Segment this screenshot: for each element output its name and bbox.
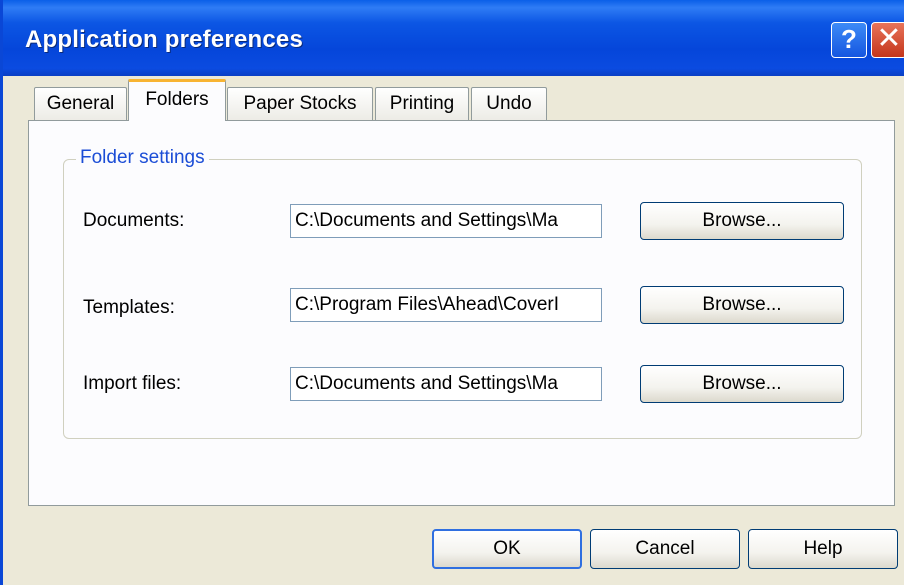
- tab-paper-stocks[interactable]: Paper Stocks: [227, 87, 373, 121]
- cancel-button[interactable]: Cancel: [590, 529, 740, 569]
- import-files-path-input[interactable]: [290, 367, 602, 401]
- help-glyph: ?: [841, 24, 857, 54]
- group-legend: Folder settings: [76, 147, 209, 169]
- documents-path-input[interactable]: [290, 204, 602, 238]
- templates-label: Templates:: [83, 297, 175, 318]
- templates-browse-button[interactable]: Browse...: [640, 286, 844, 324]
- window-title: Application preferences: [25, 26, 304, 53]
- documents-label: Documents:: [83, 210, 185, 231]
- preferences-dialog: Application preferences ? ✕ General Fold…: [0, 0, 904, 585]
- tab-undo[interactable]: Undo: [471, 87, 547, 121]
- import-files-label: Import files:: [83, 373, 182, 394]
- tab-printing[interactable]: Printing: [375, 87, 469, 121]
- import-files-browse-button[interactable]: Browse...: [640, 365, 844, 403]
- title-bar[interactable]: Application preferences ? ✕: [3, 0, 904, 76]
- tab-folders[interactable]: Folders: [128, 79, 226, 121]
- tab-general[interactable]: General: [34, 87, 127, 121]
- folders-panel: Folder settings Documents: Browse... Tem…: [28, 120, 895, 506]
- folder-settings-group: Folder settings Documents: Browse... Tem…: [63, 147, 862, 439]
- ok-button[interactable]: OK: [432, 529, 582, 569]
- close-icon[interactable]: ✕: [871, 22, 904, 58]
- templates-path-input[interactable]: [290, 288, 602, 322]
- help-icon[interactable]: ?: [831, 22, 867, 58]
- help-button[interactable]: Help: [748, 529, 898, 569]
- close-glyph: ✕: [876, 22, 902, 55]
- documents-browse-button[interactable]: Browse...: [640, 202, 844, 240]
